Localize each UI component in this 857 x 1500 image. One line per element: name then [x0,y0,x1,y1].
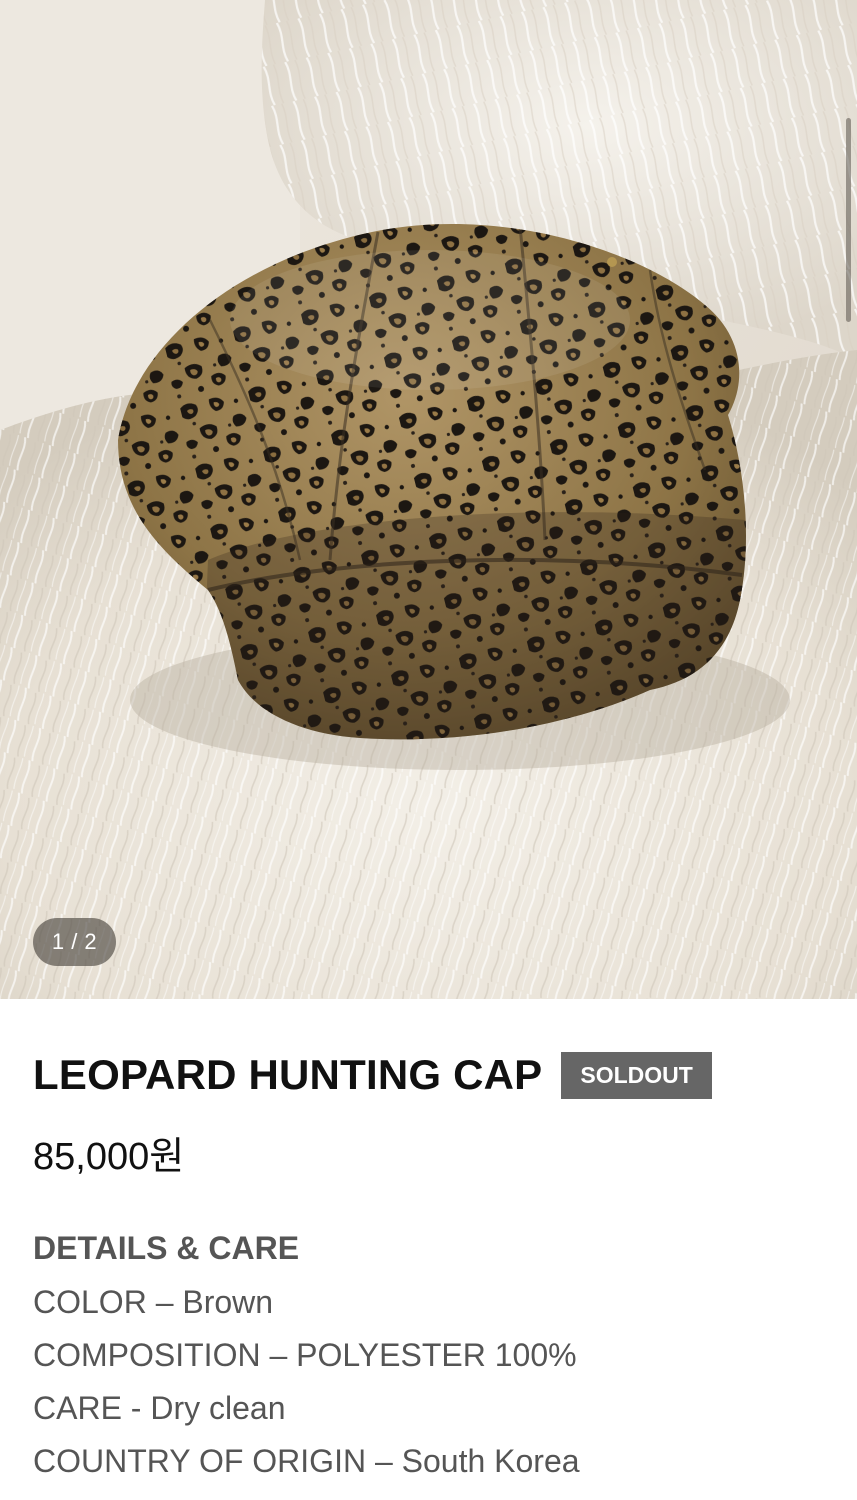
detail-origin: COUNTRY OF ORIGIN – South Korea [33,1443,580,1479]
product-price: 85,000원 [33,1136,185,1178]
soldout-badge: SOLDOUT [561,1051,712,1099]
product-image-gallery[interactable]: 1 / 2 [0,0,857,999]
image-counter: 1 / 2 [33,918,116,966]
details-section: DETAILS & CARE COLOR – Brown COMPOSITION… [33,1227,580,1488]
product-page: 1 / 2 LEOPARD HUNTING CAP SOLDOUT 85,000… [0,0,857,1500]
product-photo[interactable] [0,0,857,999]
detail-color: COLOR – Brown [33,1284,274,1320]
title-row: LEOPARD HUNTING CAP SOLDOUT [33,1051,712,1099]
detail-care: CARE - Dry clean [33,1390,286,1426]
details-heading: DETAILS & CARE [33,1230,300,1266]
image-scroll-indicator [846,118,851,322]
product-info: LEOPARD HUNTING CAP SOLDOUT 85,000원 DETA… [0,999,857,1500]
detail-composition: COMPOSITION – POLYESTER 100% [33,1337,577,1373]
product-title: LEOPARD HUNTING CAP [33,1051,543,1098]
